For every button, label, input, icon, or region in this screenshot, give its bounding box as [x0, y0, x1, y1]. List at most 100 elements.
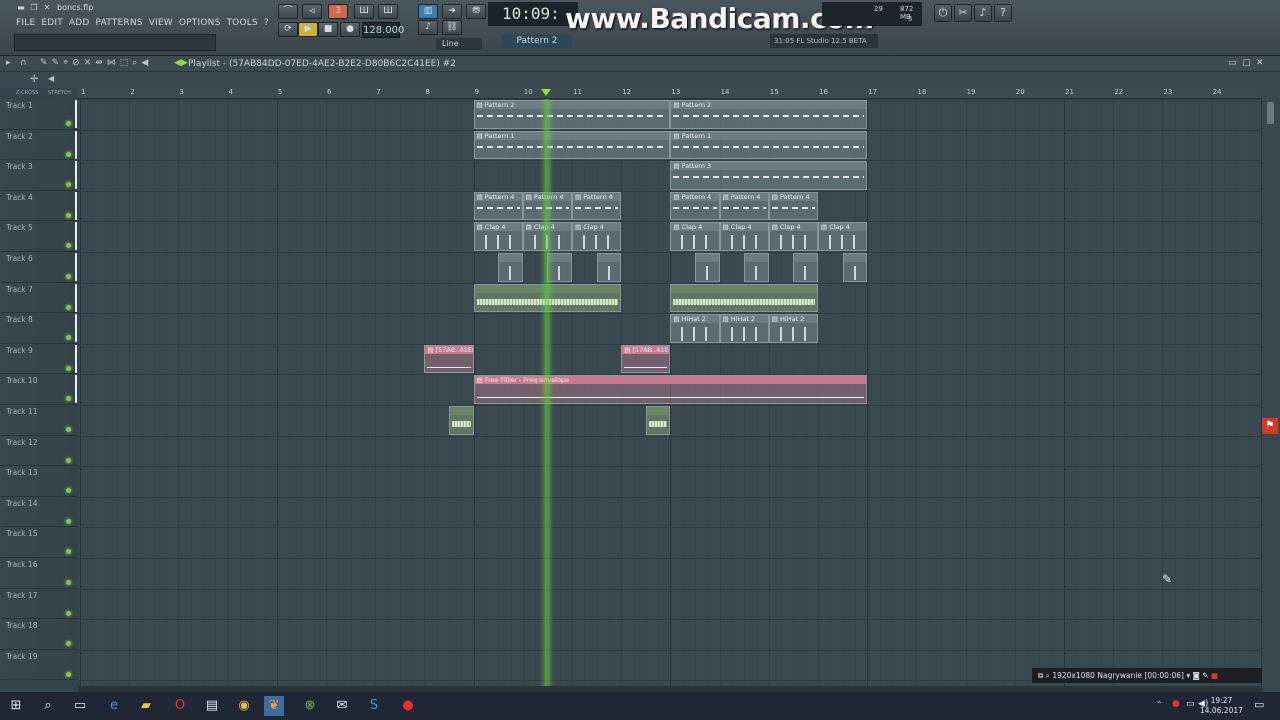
track-mute-led[interactable] — [66, 304, 71, 310]
playlist-clip[interactable] — [842, 253, 868, 282]
magnet-icon[interactable]: ∩ — [20, 58, 27, 68]
scroll-left-icon[interactable]: ◀ — [48, 74, 54, 83]
playlist-clip[interactable] — [744, 253, 769, 282]
track-mute-led[interactable] — [66, 427, 71, 432]
bar-number[interactable]: 4 — [229, 88, 233, 96]
song-mode-icon[interactable]: ⟳ — [278, 22, 298, 37]
track-header[interactable]: Track 11 — [0, 405, 78, 436]
bar-number[interactable]: 22 — [1114, 88, 1123, 96]
camera-icon[interactable]: ◙ — [1193, 671, 1200, 680]
track-mute-led[interactable] — [66, 396, 71, 402]
track-mute-led[interactable] — [66, 549, 71, 555]
track-mute-led[interactable] — [66, 488, 71, 494]
playlist-clip[interactable]: ▤ HiHat 2 — [670, 314, 720, 343]
track-header[interactable]: Track 13 — [0, 466, 78, 497]
dropdown-icon[interactable]: ▾ — [1186, 671, 1190, 680]
typing-keyboard-icon[interactable]: ⛃ — [466, 4, 486, 19]
network-icon[interactable]: ▭ — [1186, 699, 1195, 709]
track-mute-led[interactable] — [66, 335, 71, 341]
track-mute-led[interactable] — [66, 243, 71, 249]
playlist-clip[interactable]: ▤ Pattern 1 — [670, 130, 868, 160]
tempo-display[interactable]: 128.000 — [362, 22, 404, 38]
playlist-clip[interactable]: ▤ Pattern 4 — [572, 191, 622, 221]
snap-crosshair-icon[interactable]: ✛ — [30, 74, 38, 85]
track-header[interactable]: Track 8 — [0, 313, 78, 344]
bar-number[interactable]: 9 — [475, 88, 479, 96]
playlist-clip[interactable]: ▤ Pattern 4 — [768, 191, 818, 221]
track-mute-led[interactable] — [66, 121, 71, 126]
menu-item-patterns[interactable]: PATTERNS — [96, 18, 143, 30]
pattern-mode-button[interactable]: ▥ — [418, 4, 438, 19]
song-arrow-icon[interactable]: ➔ — [442, 4, 462, 19]
stop-button[interactable]: ■ — [318, 22, 338, 37]
track-header[interactable]: Track 3 — [0, 160, 78, 191]
track-header[interactable]: Track 10 — [0, 374, 78, 405]
playlist-clip[interactable]: ▤ Clap 4 — [473, 222, 523, 251]
microphone-icon[interactable]: ♪ — [974, 4, 992, 22]
track-mute-led[interactable] — [66, 212, 71, 218]
playlist-clip[interactable]: ▤ Free Filter - Freq envelope — [473, 375, 868, 404]
step-edit-button[interactable]: Ш — [354, 4, 374, 19]
track-mute-led[interactable] — [66, 671, 71, 677]
bar-number[interactable]: 14 — [721, 88, 730, 96]
playlist-clip[interactable] — [645, 406, 671, 435]
playlist-clip[interactable]: ▤ HiHat 2 — [768, 314, 818, 343]
playlist-clip[interactable] — [596, 253, 622, 282]
flag-icon[interactable]: ⚑ — [1262, 418, 1278, 434]
mail-icon[interactable]: ✉ — [332, 696, 352, 716]
track-header[interactable]: Track 16 — [0, 558, 78, 589]
track-header[interactable]: Track 14 — [0, 496, 78, 528]
track-mute-led[interactable] — [66, 365, 71, 371]
playlist-menu-icon[interactable]: ▸ — [6, 58, 11, 68]
bar-number[interactable]: 5 — [278, 88, 282, 96]
wait-button[interactable]: ⏿ — [302, 4, 322, 19]
zoom-icon[interactable]: ⌕ — [1046, 671, 1050, 680]
start-icon[interactable]: ⊞ — [6, 696, 26, 716]
bar-number[interactable]: 20 — [1016, 88, 1025, 96]
tray-clock[interactable]: 19:27 14.06.2017 — [1200, 696, 1243, 716]
playlist-clip[interactable] — [670, 283, 818, 313]
playhead-marker[interactable] — [541, 89, 551, 96]
track-mute-led[interactable] — [66, 151, 71, 157]
explorer-icon[interactable]: ▰ — [136, 696, 156, 716]
bandicam-recorder-bar[interactable]: ⧉ ⌕ 1920x1080 Nagrywanie [00:00:06] ▾ ◙ … — [1032, 668, 1262, 683]
snap-selector[interactable]: Line — [436, 38, 482, 50]
bar-number[interactable]: 2 — [130, 88, 134, 96]
record-button[interactable]: ● — [340, 22, 360, 37]
tools-icon[interactable]: ✂ — [954, 4, 972, 22]
menu-item-add[interactable]: ADD — [69, 18, 90, 30]
close-icon[interactable]: ✕ — [42, 3, 52, 13]
playlist-clip[interactable]: ▤ Clap 4 — [768, 222, 818, 251]
bar-number[interactable]: 15 — [770, 88, 779, 96]
playlist-clip[interactable]: ▤ Pattern 4 — [670, 191, 720, 221]
restore-icon[interactable]: ❐ — [29, 3, 39, 13]
pattern-selector[interactable]: Pattern 2 — [502, 34, 572, 48]
playlist-clip[interactable]: ▤ Clap 4 — [818, 222, 868, 251]
track-mute-led[interactable] — [66, 641, 71, 647]
tool-icons[interactable]: ✎✎⌖⊘✕⇹⋈⬚⌕◀ — [40, 58, 152, 68]
playlist-clip[interactable]: ▤ Pattern 2 — [473, 100, 671, 129]
playlist-clip[interactable]: ▤ Clap 4 — [719, 222, 769, 251]
bar-number[interactable]: 1 — [81, 88, 85, 96]
bar-number[interactable]: 3 — [179, 88, 183, 96]
timeline-ruler[interactable]: 1 2 3 4 5 6 7 8 9 10 11 12 13 14 15 16 17 18 19 20 21 22 23 24 — [78, 88, 1262, 99]
track-header[interactable]: Track 5 — [0, 221, 78, 252]
snap-icon[interactable]: ♪ — [418, 20, 438, 35]
bar-number[interactable]: 6 — [327, 88, 331, 96]
edge-icon[interactable]: e — [104, 696, 124, 716]
notifications-icon[interactable]: ▭ — [1254, 698, 1264, 711]
bar-number[interactable]: 21 — [1065, 88, 1074, 96]
track-header[interactable]: Track 12 — [0, 435, 78, 467]
tray-chevron-icon[interactable]: ⌃ — [1156, 700, 1163, 709]
bar-number[interactable]: 10 — [524, 88, 533, 96]
playlist-clip[interactable]: ▤ Pattern 4 — [719, 191, 769, 221]
bar-number[interactable]: 12 — [622, 88, 631, 96]
playlist-clip[interactable]: ▤ [57AB..41EE] — [621, 344, 671, 374]
track-header[interactable]: Track 2 — [0, 129, 78, 161]
playlist-grid[interactable]: ▤ Pattern 2 ▤ Pattern 2 ▤ Pattern 1 ▤ Patte… — [78, 99, 1262, 689]
track-mute-led[interactable] — [66, 457, 71, 463]
track-header[interactable]: Track 9 — [0, 343, 78, 375]
store-icon[interactable]: ▤ — [202, 696, 222, 716]
track-header[interactable]: Track 19 — [0, 649, 78, 681]
bar-number[interactable]: 7 — [376, 88, 380, 96]
